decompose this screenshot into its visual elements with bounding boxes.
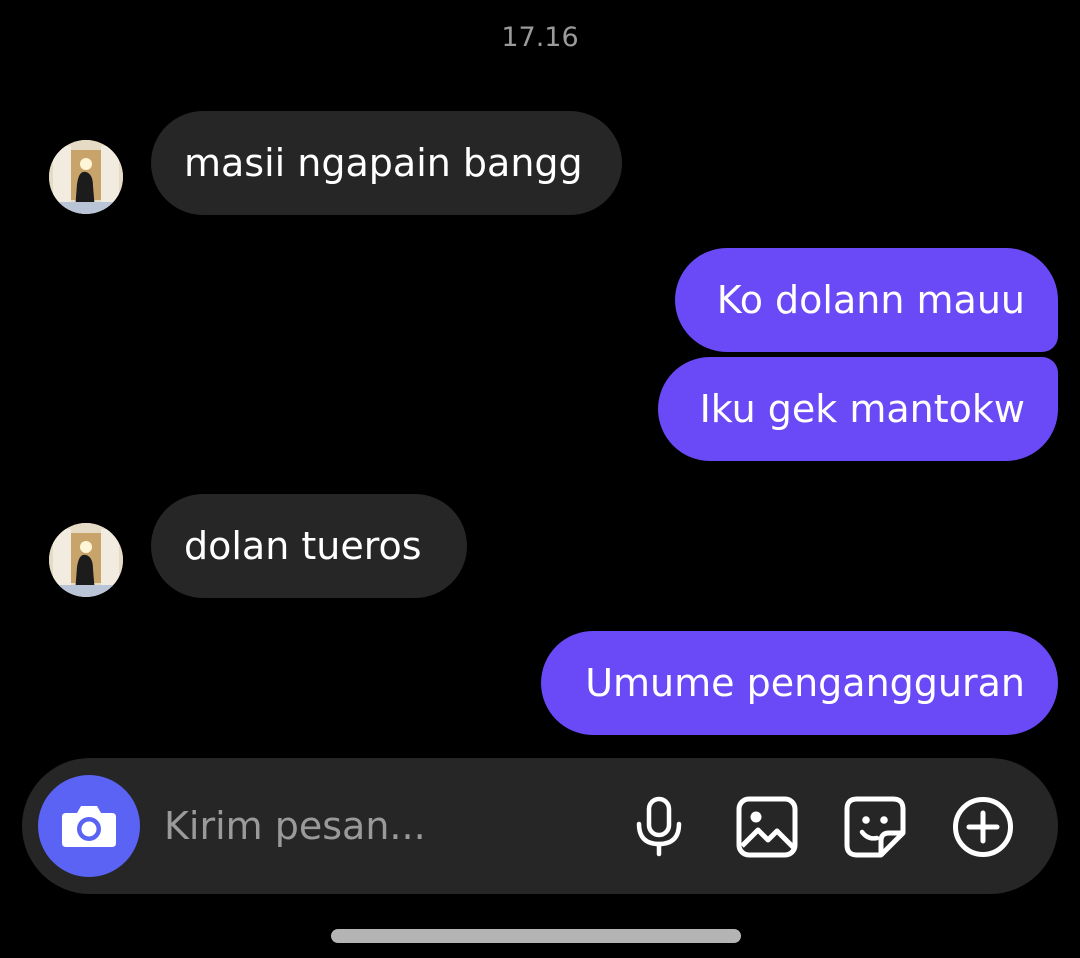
message-timestamp: 17.16 [501, 22, 579, 53]
gallery-icon [736, 796, 798, 858]
more-options-button[interactable] [952, 796, 1014, 858]
microphone-icon [636, 796, 682, 857]
outgoing-message[interactable]: Umume pengangguran [541, 631, 1058, 735]
voice-message-button[interactable] [628, 796, 690, 858]
message-input[interactable]: Kirim pesan... [164, 758, 426, 894]
sticker-icon [844, 796, 906, 858]
outgoing-message[interactable]: Iku gek mantokw [658, 357, 1058, 461]
contact-avatar[interactable] [49, 523, 123, 597]
camera-icon [62, 806, 116, 847]
chat-screen: 17.16 masii ngapain bangg Ko dolann mauu… [0, 0, 1080, 958]
plus-circle-icon [953, 797, 1013, 857]
incoming-message[interactable]: dolan tueros [151, 494, 467, 598]
avatar-photo [49, 140, 123, 214]
gallery-button[interactable] [736, 796, 798, 858]
camera-button[interactable] [38, 775, 140, 877]
home-indicator[interactable] [331, 929, 741, 943]
outgoing-message[interactable]: Ko dolann mauu [675, 248, 1058, 352]
contact-avatar[interactable] [49, 140, 123, 214]
message-composer: Kirim pesan... [22, 758, 1058, 894]
sticker-button[interactable] [844, 796, 906, 858]
avatar-photo [49, 523, 123, 597]
incoming-message[interactable]: masii ngapain bangg [151, 111, 622, 215]
